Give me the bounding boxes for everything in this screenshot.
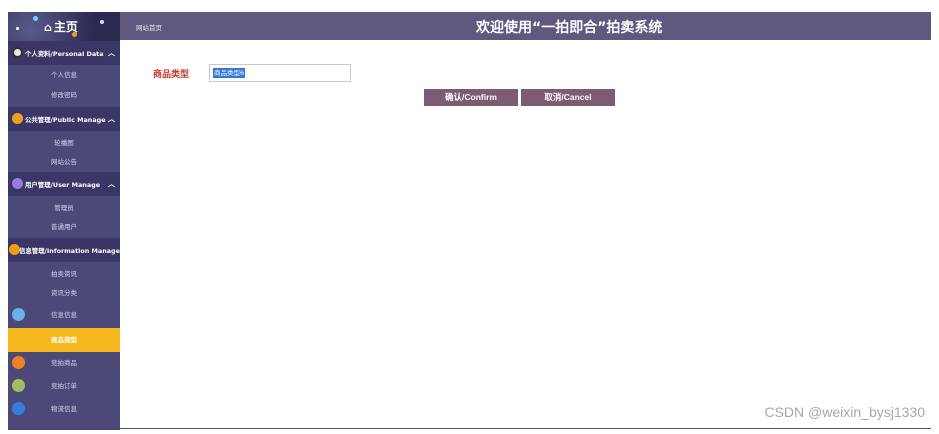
chevron-up-icon: ︿ [108, 180, 115, 188]
nav-group-information-manage[interactable]: 信息管理/Information Manage [8, 238, 120, 262]
sidebar-item-auction-news[interactable]: 拍卖资讯 [8, 264, 120, 284]
breadcrumb[interactable]: 网站首页 [136, 22, 162, 32]
chevron-up-icon: ︿ [108, 49, 115, 57]
main-content: 商品类型 商品类型6 确认/Confirm 取消/Cancel [120, 40, 931, 430]
sidebar-item-label: 物流信息 [51, 405, 77, 413]
watermark: CSDN @weixin_bysj1330 [764, 404, 925, 420]
goods-type-label: 商品类型 [153, 70, 190, 80]
nav-group-personal-data[interactable]: 个人资料/Personal Data ︿ [8, 41, 120, 65]
planet-icon [12, 379, 25, 392]
globe-icon [12, 308, 25, 321]
user-avatar-icon [12, 47, 23, 58]
app-window: ⌂ 主页 个人资料/Personal Data ︿ 个人信息 修改密码 公共管理/… [0, 0, 939, 434]
nav-group-label: 用户管理/User Manage [25, 181, 101, 189]
sidebar-item-normal-user[interactable]: 普通用户 [8, 217, 120, 237]
sidebar-item-label: 竞拍订单 [51, 382, 77, 390]
confirm-button[interactable]: 确认/Confirm [424, 89, 518, 106]
chevron-up-icon: ︿ [108, 115, 115, 123]
sidebar: ⌂ 主页 个人资料/Personal Data ︿ 个人信息 修改密码 公共管理/… [8, 12, 120, 430]
sidebar-item-logistics[interactable]: 物流信息 [8, 399, 120, 419]
input-selected-text: 商品类型6 [213, 68, 246, 78]
crystal-icon [12, 178, 23, 189]
planet-icon [12, 113, 23, 124]
sidebar-item-personal-info[interactable]: 个人信息 [8, 65, 120, 85]
home-link[interactable]: ⌂ 主页 [44, 18, 78, 35]
nav-group-label: 信息管理/Information Manage [19, 247, 120, 255]
nav-group-label: 公共管理/Public Manage [25, 116, 106, 124]
nav-group-user-manage[interactable]: 用户管理/User Manage ︿ [8, 172, 120, 196]
sidebar-item-info[interactable]: 信息信息 [8, 305, 120, 325]
sidebar-item-goods-type[interactable]: 商品类型 [8, 328, 120, 352]
sidebar-item-carousel[interactable]: 轮播图 [8, 133, 120, 153]
cancel-button[interactable]: 取消/Cancel [521, 89, 615, 106]
page-title: 欢迎使用“一拍即合”拍卖系统 [476, 20, 663, 36]
planet-icon [12, 402, 25, 415]
nav-group-public-manage[interactable]: 公共管理/Public Manage ︿ [8, 107, 120, 131]
sidebar-item-news-category[interactable]: 资讯分类 [8, 283, 120, 303]
sidebar-item-auction-orders[interactable]: 竞拍订单 [8, 376, 120, 396]
sidebar-item-announcement[interactable]: 网站公告 [8, 152, 120, 172]
home-label: 主页 [53, 20, 78, 34]
sidebar-item-auction-goods[interactable]: 竞拍商品 [8, 353, 120, 373]
top-header: 网站首页 欢迎使用“一拍即合”拍卖系统 [120, 12, 931, 40]
home-icon: ⌂ [44, 21, 52, 34]
sidebar-item-admin[interactable]: 管理员 [8, 198, 120, 218]
sidebar-header: ⌂ 主页 [8, 12, 120, 41]
sidebar-item-change-password[interactable]: 修改密码 [8, 85, 120, 105]
sidebar-item-label: 信息信息 [51, 311, 77, 319]
nav-group-label: 个人资料/Personal Data [25, 50, 104, 58]
divider [120, 428, 931, 429]
planet-icon [12, 356, 25, 369]
sidebar-item-label: 竞拍商品 [51, 359, 77, 367]
